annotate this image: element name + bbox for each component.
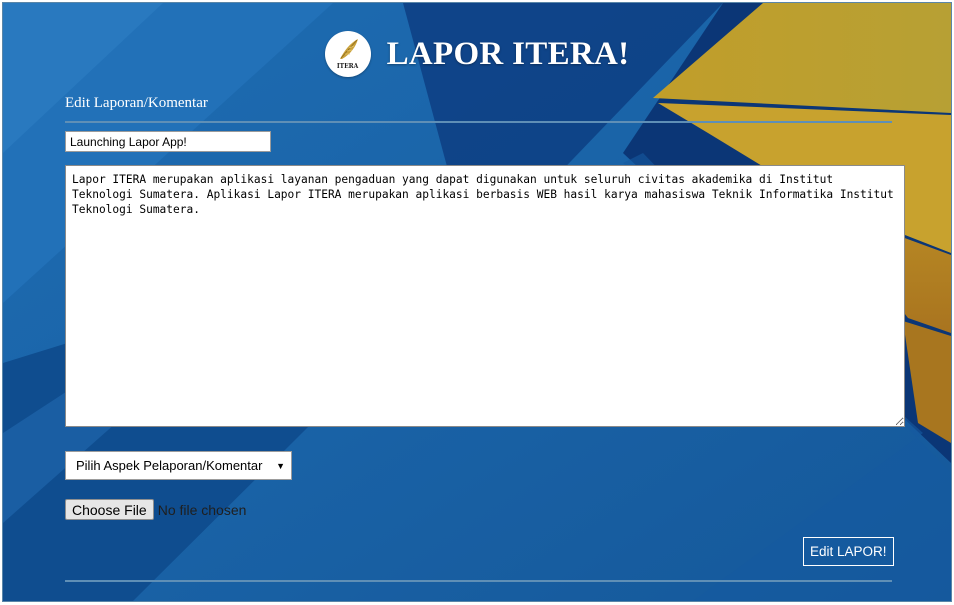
edit-report-page: ITERA LAPOR ITERA! Edit Laporan/Komentar… xyxy=(3,3,951,601)
file-status: No file chosen xyxy=(157,501,247,518)
app-title: LAPOR ITERA! xyxy=(386,35,630,72)
bottom-divider xyxy=(65,580,892,582)
report-body-textarea[interactable]: Lapor ITERA merupakan aplikasi layanan p… xyxy=(65,165,905,427)
aspect-select[interactable]: Pilih Aspek Pelaporan/Komentar ▼ xyxy=(65,451,292,480)
header-brand: ITERA LAPOR ITERA! xyxy=(3,31,951,77)
logo-text: ITERA xyxy=(336,63,359,70)
file-upload: Choose File No file chosen xyxy=(65,499,246,520)
edit-lapor-button[interactable]: Edit LAPOR! xyxy=(803,537,894,566)
section-title: Edit Laporan/Komentar xyxy=(65,95,208,111)
itera-leaf-logo-icon: ITERA xyxy=(324,31,371,77)
page-frame: ITERA LAPOR ITERA! Edit Laporan/Komentar… xyxy=(2,2,952,602)
report-title-input[interactable] xyxy=(65,131,271,152)
choose-file-button[interactable]: Choose File xyxy=(65,499,154,520)
aspect-select-value: Pilih Aspek Pelaporan/Komentar xyxy=(76,458,263,473)
dropdown-arrow-icon: ▼ xyxy=(276,461,285,471)
top-divider xyxy=(65,121,892,123)
